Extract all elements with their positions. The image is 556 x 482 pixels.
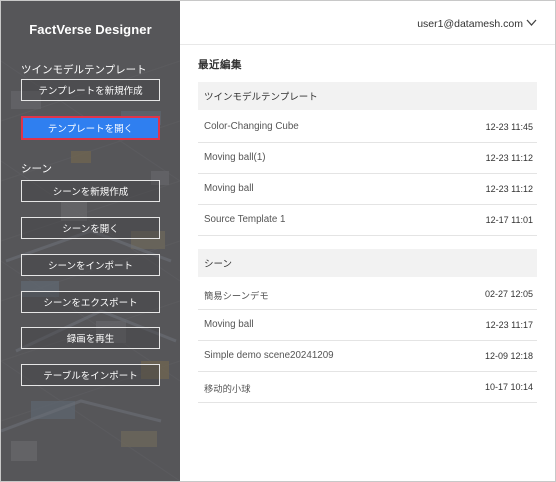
recent-template-row[interactable]: Moving ball 12-23 11:12: [198, 174, 537, 205]
recent-template-row[interactable]: Source Template 1 12-17 11:01: [198, 205, 537, 236]
item-timestamp: 10-17 10:14: [484, 382, 533, 392]
play-recording-button[interactable]: 録画を再生: [21, 327, 160, 349]
item-timestamp: 12-23 11:12: [485, 153, 533, 163]
import-scene-button[interactable]: シーンをインポート: [21, 254, 160, 276]
app-window: FactVerse Designer ツインモデルテンプレート テンプレートを新…: [0, 0, 556, 482]
export-scene-button[interactable]: シーンをエクスポート: [21, 291, 160, 313]
new-template-button[interactable]: テンプレートを新規作成: [21, 79, 160, 101]
top-bar: user1@datamesh.com: [180, 1, 555, 45]
recent-scene-row[interactable]: 簡易シーンデモ 02-27 12:05: [198, 279, 537, 310]
template-section-label: ツインモデルテンプレート: [21, 64, 147, 76]
recent-edits-title: 最近編集: [198, 59, 242, 71]
item-timestamp: 12-17 11:01: [485, 215, 533, 225]
recent-scene-row[interactable]: Moving ball 12-23 11:17: [198, 310, 537, 341]
recent-scene-row[interactable]: Simple demo scene20241209 12-09 12:18: [198, 341, 537, 372]
app-brand: FactVerse Designer: [29, 22, 152, 37]
import-table-button[interactable]: テーブルをインポート: [21, 364, 160, 386]
recent-template-row[interactable]: Moving ball(1) 12-23 11:12: [198, 143, 537, 174]
item-name: Moving ball: [204, 319, 254, 330]
open-template-button[interactable]: テンプレートを開く: [21, 116, 160, 140]
item-name: Simple demo scene20241209: [204, 350, 334, 361]
new-scene-button[interactable]: シーンを新規作成: [21, 180, 160, 202]
item-timestamp: 12-23 11:17: [485, 320, 533, 330]
chevron-down-icon[interactable]: [526, 18, 537, 27]
item-name: Color-Changing Cube: [204, 121, 299, 132]
item-timestamp: 02-27 12:05: [484, 289, 533, 299]
user-account-menu[interactable]: user1@datamesh.com: [417, 18, 523, 30]
open-scene-button[interactable]: シーンを開く: [21, 217, 160, 239]
item-name: Moving ball: [204, 183, 254, 194]
item-timestamp: 12-09 12:18: [484, 351, 533, 361]
template-group-header: ツインモデルテンプレート: [198, 82, 537, 110]
scene-group-header: シーン: [198, 249, 537, 277]
item-timestamp: 12-23 11:12: [485, 184, 533, 194]
sidebar: FactVerse Designer ツインモデルテンプレート テンプレートを新…: [1, 1, 180, 481]
item-timestamp: 12-23 11:45: [485, 122, 533, 132]
recent-template-row[interactable]: Color-Changing Cube 12-23 11:45: [198, 112, 537, 143]
item-name: Moving ball(1): [204, 152, 266, 163]
item-name: Source Template 1: [204, 214, 286, 225]
recent-scene-row[interactable]: 移动的小球 10-17 10:14: [198, 372, 537, 403]
item-name: 簡易シーンデモ: [204, 291, 269, 302]
main-panel: user1@datamesh.com 最近編集 ツインモデルテンプレート Col…: [180, 1, 555, 481]
item-name: 移动的小球: [204, 384, 251, 395]
scene-section-label: シーン: [21, 163, 52, 175]
